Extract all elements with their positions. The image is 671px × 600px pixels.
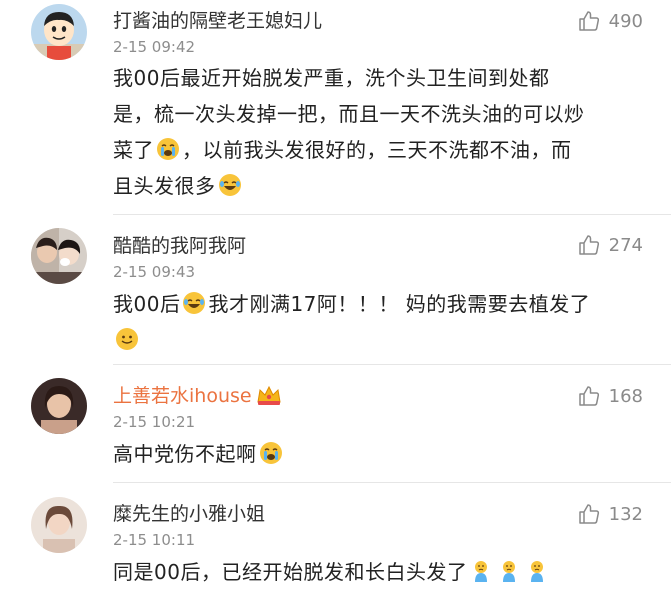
sad-figure-emoji-icon (503, 561, 516, 582)
avatar[interactable] (31, 378, 87, 434)
sad-figure-emoji-icon (531, 561, 544, 582)
thumb-up-icon (578, 504, 599, 524)
comment-line: 我00后最近开始脱发严重，洗个头卫生间到处都 (113, 66, 550, 90)
comment-fragment: ，以前我头发很好的，三天不洗都不油，而 (182, 138, 572, 162)
crying-emoji-icon (157, 138, 179, 160)
username[interactable]: 打酱油的隔壁老王媳妇儿 (113, 10, 322, 32)
timestamp: 2-15 10:21 (113, 413, 196, 431)
comment-text: 高中党伤不起啊 (113, 436, 633, 472)
comment-text: 我00后 我才刚满17阿！！！ 妈的我需要去植发了 (113, 286, 633, 358)
avatar[interactable] (31, 228, 87, 284)
username[interactable]: 糜先生的小雅小姐 (113, 503, 265, 525)
comment-line: 我00后 我才刚满17阿！！！ 妈的我需要去植发了 (113, 286, 633, 322)
comment-line: 且头发很多 (113, 168, 633, 204)
like-button[interactable]: 274 (577, 232, 643, 258)
thumb-up-icon (578, 386, 599, 406)
username[interactable]: 酷酷的我阿我阿 (113, 235, 246, 257)
comment-feed: 打酱油的隔壁老王媳妇儿 2-15 09:42 490 我00后最近开始脱发严重，… (0, 0, 671, 600)
like-button[interactable]: 132 (577, 501, 643, 527)
smile-emoji-icon (116, 328, 138, 350)
timestamp: 2-15 09:42 (113, 38, 196, 56)
couple-photo-avatar (31, 228, 87, 284)
cartoon-boy-avatar (31, 4, 87, 60)
comment-line: 是，梳一次头发掉一把，而且一天不洗头油的可以炒 (113, 102, 585, 126)
like-count: 274 (608, 234, 643, 256)
thumb-up-icon (578, 11, 599, 31)
timestamp: 2-15 09:43 (113, 263, 196, 281)
crying-emoji-icon (259, 442, 282, 464)
like-count: 132 (608, 503, 643, 525)
divider (113, 482, 671, 483)
comment-fragment: 菜了 (113, 138, 154, 162)
vip-crown-icon (256, 385, 281, 405)
username[interactable]: 上善若水ihouse (113, 385, 252, 407)
comment-fragment: 同是00后，已经开始脱发和长白头发了 (113, 560, 468, 584)
timestamp: 2-15 10:11 (113, 531, 196, 549)
comment-line: 菜了 ，以前我头发很好的，三天不洗都不油，而 (113, 132, 633, 168)
laughing-tears-emoji-icon (218, 174, 241, 196)
comment-text: 我00后最近开始脱发严重，洗个头卫生间到处都 是，梳一次头发掉一把，而且一天不洗… (113, 60, 633, 204)
comment-fragment: 我才刚满17阿！！！ 妈的我需要去植发了 (208, 292, 591, 316)
thumb-up-icon (578, 235, 599, 255)
like-count: 168 (608, 385, 643, 407)
portrait-avatar (31, 497, 87, 553)
comment-line: 高中党伤不起啊 (113, 436, 633, 472)
divider (113, 214, 671, 215)
comment-fragment: 高中党伤不起啊 (113, 442, 257, 466)
avatar[interactable] (31, 4, 87, 60)
comment-line (113, 322, 633, 358)
laughing-tears-emoji-icon (183, 292, 206, 314)
like-button[interactable]: 168 (577, 383, 643, 409)
divider (113, 364, 671, 365)
comment-fragment: 我00后 (113, 292, 181, 316)
avatar[interactable] (31, 497, 87, 553)
portrait-avatar (31, 378, 87, 434)
comment-text: 同是00后，已经开始脱发和长白头发了 (113, 554, 633, 590)
sad-figure-emoji-icon (475, 561, 488, 582)
like-button[interactable]: 490 (577, 8, 643, 34)
comment-fragment: 且头发很多 (113, 174, 216, 198)
comment-line: 同是00后，已经开始脱发和长白头发了 (113, 554, 633, 590)
like-count: 490 (608, 10, 643, 32)
